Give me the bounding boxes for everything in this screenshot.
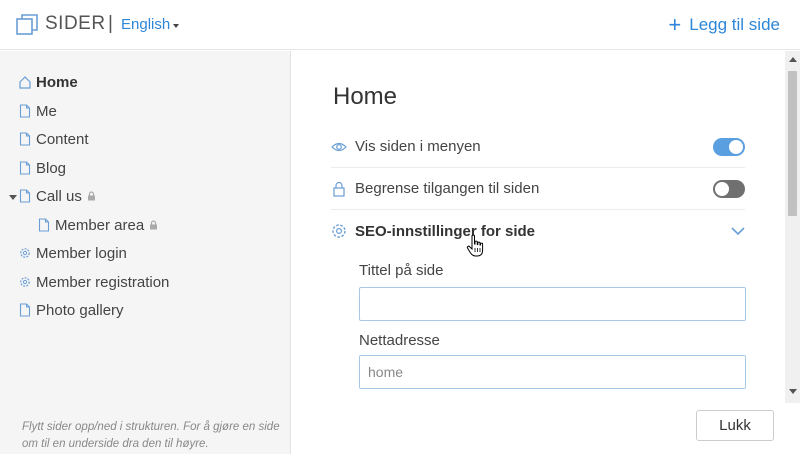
- sidebar-item-member-area[interactable]: Member area: [38, 214, 158, 236]
- lock-icon: [150, 220, 158, 230]
- main-scrollbar[interactable]: [785, 51, 800, 403]
- add-page-button[interactable]: + Legg til side: [668, 12, 780, 37]
- page-icon: [19, 303, 31, 317]
- toggle-knob: [715, 181, 729, 196]
- page-icon: [19, 161, 31, 175]
- show-in-menu-row: Vis siden i menyen: [331, 126, 745, 168]
- page-title-field-label: Tittel på side: [359, 262, 444, 279]
- sidebar-item-label: Member registration: [36, 273, 170, 291]
- sidebar-item-photo-gallery[interactable]: Photo gallery: [19, 299, 124, 321]
- chevron-down-icon[interactable]: [731, 226, 745, 236]
- add-page-label: Legg til side: [689, 15, 780, 34]
- sidebar-item-home[interactable]: Home: [19, 71, 78, 93]
- restrict-access-label: Begrense tilgangen til siden: [355, 180, 540, 197]
- sidebar-item-content[interactable]: Content: [19, 128, 89, 150]
- sidebar-item-label: Me: [36, 102, 57, 120]
- page-icon: [19, 104, 31, 118]
- sidebar-item-label: Call us: [36, 187, 82, 205]
- sidebar-item-label: Member login: [36, 244, 127, 262]
- sidebar-item-call-us[interactable]: Call us: [19, 185, 96, 207]
- url-input[interactable]: [359, 355, 746, 389]
- hand-pointer-cursor-icon: [466, 234, 484, 257]
- sidebar-item-label: Member area: [55, 216, 145, 234]
- restrict-access-row: Begrense tilgangen til siden: [331, 168, 745, 210]
- page-tree-sidebar: Home Me Content Blog Call us Member area…: [0, 51, 291, 454]
- sidebar-hint-text: Flytt sider opp/ned i strukturen. For å …: [22, 421, 280, 450]
- sidebar-item-label: Content: [36, 130, 89, 148]
- page-title-input[interactable]: [359, 287, 746, 321]
- app-title: SIDER: [45, 13, 106, 34]
- restrict-access-toggle[interactable]: [713, 179, 745, 198]
- scroll-up-arrow-icon[interactable]: [789, 57, 797, 62]
- gear-icon: [20, 277, 30, 287]
- lock-icon: [333, 181, 345, 197]
- sidebar-item-label: Photo gallery: [36, 301, 124, 319]
- page-settings-panel: Home Vis siden i menyen Begrense tilgang…: [292, 51, 800, 454]
- gear-icon: [20, 248, 30, 258]
- language-selector[interactable]: English: [121, 16, 170, 33]
- page-title: Home: [333, 83, 398, 110]
- plus-icon: +: [668, 12, 682, 37]
- toggle-knob: [729, 139, 743, 154]
- gear-icon: [332, 224, 346, 238]
- sidebar-item-label: Blog: [36, 159, 67, 177]
- sidebar-item-member-login[interactable]: Member login: [19, 242, 127, 264]
- lock-icon: [87, 191, 95, 201]
- expand-caret-icon[interactable]: [9, 195, 17, 200]
- title-separator: |: [108, 13, 113, 34]
- scroll-down-arrow-icon[interactable]: [789, 389, 797, 394]
- sidebar-item-label: Home: [36, 73, 78, 91]
- show-in-menu-label: Vis siden i menyen: [355, 138, 481, 155]
- pages-logo-icon: [16, 14, 38, 35]
- seo-settings-row[interactable]: SEO-innstillinger for side: [331, 210, 745, 252]
- home-icon: [19, 76, 31, 89]
- page-icon: [38, 218, 50, 232]
- page-icon: [19, 132, 31, 146]
- sidebar-item-me[interactable]: Me: [19, 100, 57, 122]
- scrollbar-thumb[interactable]: [788, 71, 797, 216]
- url-field-label: Nettadresse: [359, 332, 440, 349]
- close-button[interactable]: Lukk: [696, 410, 774, 441]
- top-bar: SIDER | English + Legg til side: [0, 0, 800, 50]
- seo-settings-label: SEO-innstillinger for side: [355, 222, 536, 240]
- sidebar-item-member-registration[interactable]: Member registration: [19, 271, 169, 293]
- sidebar-item-blog[interactable]: Blog: [19, 157, 66, 179]
- eye-icon: [331, 142, 347, 151]
- caret-down-icon[interactable]: [173, 24, 179, 28]
- page-icon: [19, 189, 31, 203]
- show-in-menu-toggle[interactable]: [713, 137, 745, 156]
